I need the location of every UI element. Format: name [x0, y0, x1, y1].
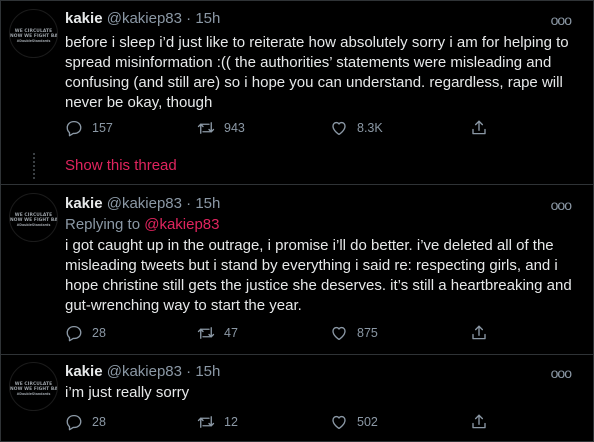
- share-button[interactable]: [470, 412, 497, 432]
- avatar-text-line3: #DoubleStandards: [16, 39, 51, 43]
- like-button[interactable]: 8.3K: [330, 118, 383, 138]
- like-icon: [332, 121, 346, 136]
- like-icon: [332, 415, 346, 430]
- retweet-count: 12: [224, 415, 238, 429]
- retweet-button[interactable]: 12: [197, 412, 238, 432]
- tweet-text: i’m just really sorry: [65, 384, 190, 401]
- reply-icon: [66, 414, 82, 431]
- tweet-header: kakie @kakiep83 · 15h: [65, 194, 220, 214]
- reply-button[interactable]: 28: [65, 323, 106, 343]
- avatar[interactable]: WE CIRCULATE NOW WE FIGHT BACK #DoubleSt…: [9, 193, 58, 242]
- share-icon: [472, 414, 486, 429]
- thread-connector-line: [33, 153, 35, 179]
- more-options-icon[interactable]: ooo: [551, 198, 572, 212]
- reply-count: 157: [92, 121, 113, 135]
- more-options-icon[interactable]: ooo: [551, 366, 572, 380]
- divider: [1, 354, 593, 355]
- reply-count: 28: [92, 326, 106, 340]
- like-icon: [332, 326, 346, 341]
- reply-button[interactable]: 157: [65, 118, 113, 138]
- timestamp[interactable]: · 15h: [186, 363, 220, 380]
- avatar[interactable]: WE CIRCULATE NOW WE FIGHT BACK #DoubleSt…: [9, 9, 58, 58]
- share-icon: [472, 120, 486, 135]
- retweet-button[interactable]: 47: [197, 323, 238, 343]
- retweet-count: 47: [224, 326, 238, 340]
- display-name[interactable]: kakie: [65, 363, 103, 380]
- share-button[interactable]: [470, 323, 497, 343]
- retweet-icon: [197, 122, 215, 134]
- reply-icon: [66, 325, 82, 342]
- like-count: 8.3K: [357, 121, 383, 135]
- divider: [1, 184, 593, 185]
- tweet-text: before i sleep i’d just like to reiterat…: [65, 34, 569, 111]
- tweet-header: kakie @kakiep83 · 15h: [65, 9, 220, 29]
- tweet-text: i got caught up in the outrage, i promis…: [65, 237, 572, 314]
- user-handle[interactable]: @kakiep83: [107, 363, 182, 380]
- user-handle[interactable]: @kakiep83: [107, 195, 182, 212]
- share-button[interactable]: [470, 118, 497, 138]
- replying-to-handle[interactable]: @kakiep83: [144, 216, 219, 233]
- tweet-thread-panel: WE CIRCULATE NOW WE FIGHT BACK #DoubleSt…: [0, 0, 594, 442]
- tweet-header: kakie @kakiep83 · 15h: [65, 362, 220, 382]
- retweet-icon: [197, 327, 215, 339]
- retweet-count: 943: [224, 121, 245, 135]
- replying-to-label: Replying to: [65, 216, 141, 233]
- reply-count: 28: [92, 415, 106, 429]
- like-button[interactable]: 875: [330, 323, 378, 343]
- reply-button[interactable]: 28: [65, 412, 106, 432]
- more-options-icon[interactable]: ooo: [551, 13, 572, 27]
- replying-to: Replying to @kakiep83: [65, 215, 220, 235]
- avatar-text-line3: #DoubleStandards: [16, 223, 51, 227]
- display-name[interactable]: kakie: [65, 10, 103, 27]
- retweet-icon: [197, 416, 215, 428]
- timestamp[interactable]: · 15h: [186, 10, 220, 27]
- display-name[interactable]: kakie: [65, 195, 103, 212]
- retweet-button[interactable]: 943: [197, 118, 245, 138]
- reply-icon: [66, 120, 82, 137]
- like-count: 502: [357, 415, 378, 429]
- like-button[interactable]: 502: [330, 412, 378, 432]
- like-count: 875: [357, 326, 378, 340]
- avatar[interactable]: WE CIRCULATE NOW WE FIGHT BACK #DoubleSt…: [9, 362, 58, 411]
- share-icon: [472, 325, 486, 340]
- avatar-text-line3: #DoubleStandards: [16, 392, 51, 396]
- show-thread-link[interactable]: Show this thread: [65, 156, 177, 176]
- user-handle[interactable]: @kakiep83: [107, 10, 182, 27]
- timestamp[interactable]: · 15h: [186, 195, 220, 212]
